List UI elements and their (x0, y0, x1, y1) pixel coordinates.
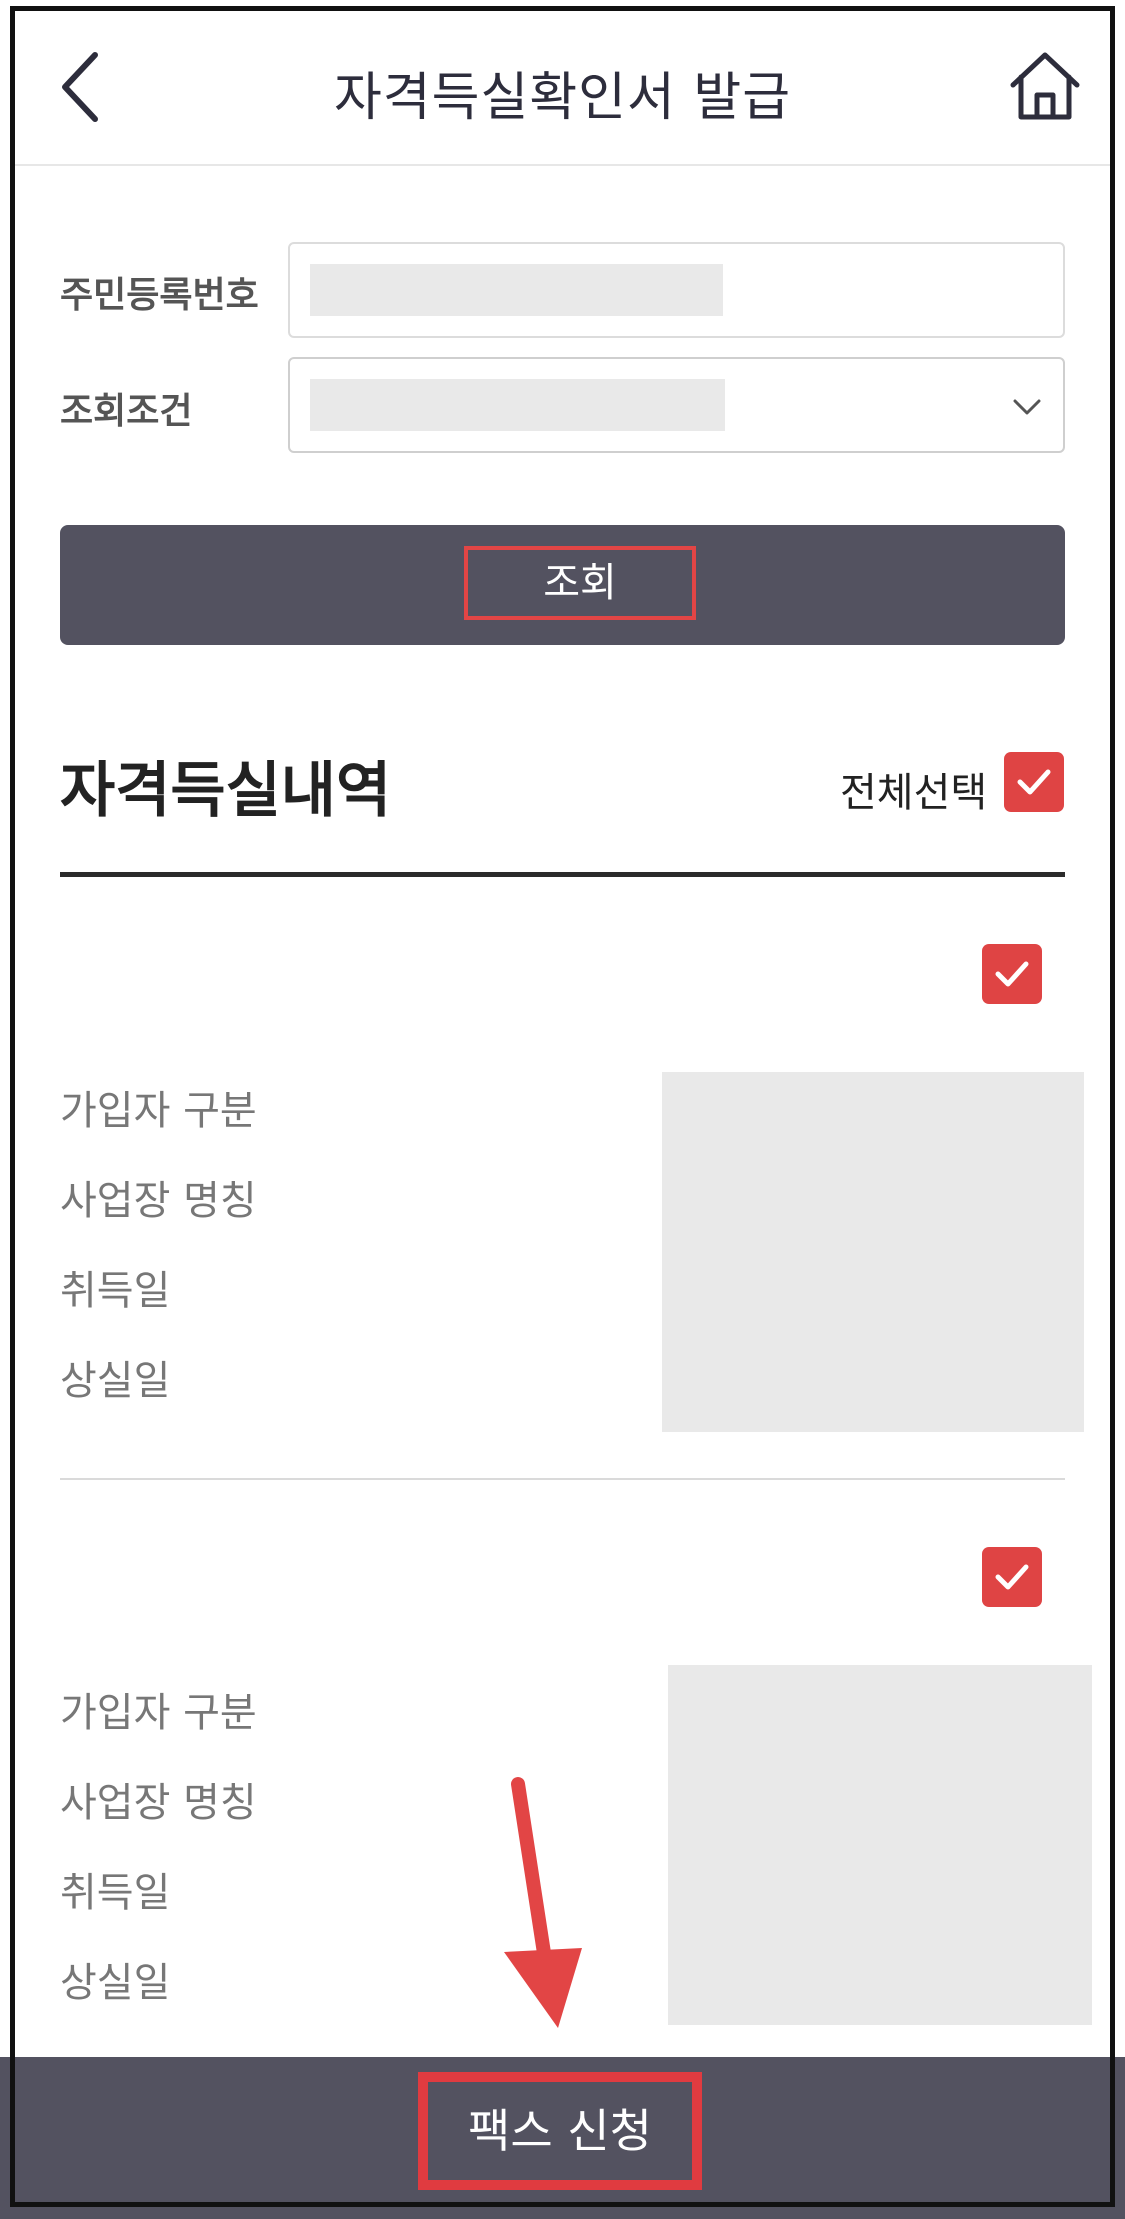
section-divider (60, 872, 1065, 877)
record-field-label: 가입자 구분 (60, 1690, 257, 1736)
record-divider (60, 1478, 1065, 1480)
chevron-left-icon (62, 52, 98, 122)
search-button[interactable]: 조회 (60, 525, 1065, 645)
app-header: 자격득실확인서 발급 (15, 11, 1110, 166)
record-field-label: 취득일 (60, 1870, 171, 1916)
resident-number-input[interactable] (288, 242, 1065, 338)
chevron-down-icon (1013, 399, 1041, 415)
back-button[interactable] (53, 47, 133, 137)
record-checkbox[interactable] (982, 1547, 1042, 1607)
condition-label: 조회조건 (60, 391, 193, 432)
record-checkbox[interactable] (982, 944, 1042, 1004)
condition-select[interactable] (288, 357, 1065, 453)
record-field-label: 취득일 (60, 1268, 171, 1314)
record-field-label: 사업장 명칭 (60, 1178, 257, 1224)
page-title: 자격득실확인서 발급 (333, 68, 792, 128)
resident-number-label: 주민등록번호 (60, 275, 259, 316)
fax-request-button[interactable]: 팩스 신청 (418, 2072, 702, 2190)
redacted-value (310, 379, 725, 431)
select-all-checkbox[interactable] (1004, 752, 1064, 812)
home-icon (1010, 52, 1080, 120)
section-title: 자격득실내역 (60, 756, 392, 826)
record-field-label: 상실일 (60, 1358, 171, 1404)
checkmark-icon (1017, 769, 1051, 795)
checkmark-icon (995, 961, 1029, 987)
search-button-label: 조회 (464, 546, 696, 620)
annotation-arrow-icon (504, 1777, 582, 2028)
redacted-record-values (668, 1665, 1092, 2025)
bottom-action-bar: 팩스 신청 (0, 2057, 1125, 2219)
record-field-label: 사업장 명칭 (60, 1780, 257, 1826)
home-button[interactable] (1005, 47, 1095, 137)
record-field-label: 가입자 구분 (60, 1088, 257, 1134)
checkmark-icon (995, 1564, 1029, 1590)
select-all-label: 전체선택 (840, 770, 988, 816)
record-field-label: 상실일 (60, 1960, 171, 2006)
redacted-value (310, 264, 723, 316)
redacted-record-values (662, 1072, 1084, 1432)
